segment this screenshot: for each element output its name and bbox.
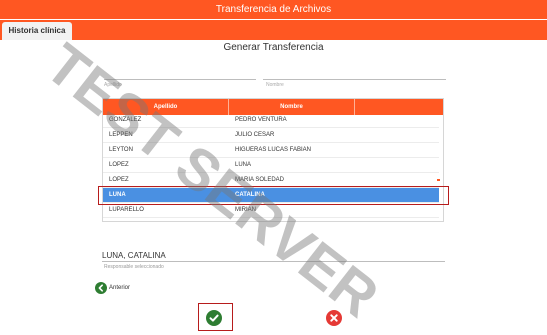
scrollbar-thumb[interactable] (437, 179, 440, 181)
cell-nombre: HIGUERAS LUCAS FABIAN (235, 147, 312, 153)
table-row[interactable]: LOPEZ LUNA (103, 158, 439, 173)
apellido-field-label: Apellido (104, 82, 122, 88)
cell-apellido: LEPPEN (109, 132, 133, 138)
cell-nombre: PEDRO VENTURA (235, 117, 287, 123)
table-row[interactable]: LEPPEN JULIO CESAR (103, 128, 439, 143)
responsable-field (102, 261, 445, 262)
selected-row-highlight (98, 186, 449, 205)
check-circle-icon[interactable] (206, 310, 222, 326)
back-label: Anterior (109, 285, 131, 291)
arrow-left-circle-icon (95, 282, 107, 294)
table-row[interactable]: LUPARELLO MIRIAN (103, 203, 439, 218)
table-row[interactable]: LEYTON HIGUERAS LUCAS FABIAN (103, 143, 439, 158)
apellido-input[interactable] (104, 79, 256, 80)
back-button[interactable]: Anterior (95, 281, 130, 295)
app-header: Transferencia de Archivos (0, 0, 547, 19)
cell-apellido: LOPEZ (109, 162, 129, 168)
nombre-input[interactable] (263, 79, 446, 80)
cell-nombre: MIRIAN (235, 207, 256, 213)
x-circle-icon[interactable] (326, 310, 342, 326)
cell-apellido: LEYTON (109, 147, 133, 153)
cell-nombre: LUNA (235, 162, 252, 168)
table-row[interactable]: GONZALEZ PEDRO VENTURA (103, 113, 439, 128)
tab-historia-clinica[interactable]: Historia clínica (2, 22, 72, 40)
responsable-label: Responsable seleccionado (104, 264, 164, 270)
cell-apellido: LUPARELLO (109, 207, 144, 213)
responsable-value: LUNA, CATALINA (102, 251, 166, 260)
tab-bar: Historia clínica (0, 20, 547, 40)
app-title: Transferencia de Archivos (215, 4, 332, 15)
page-title: Generar Transferencia (223, 42, 324, 53)
cell-nombre: JULIO CESAR (235, 132, 275, 138)
cell-apellido: GONZALEZ (109, 117, 142, 123)
nombre-field-label: Nombre (266, 82, 284, 88)
